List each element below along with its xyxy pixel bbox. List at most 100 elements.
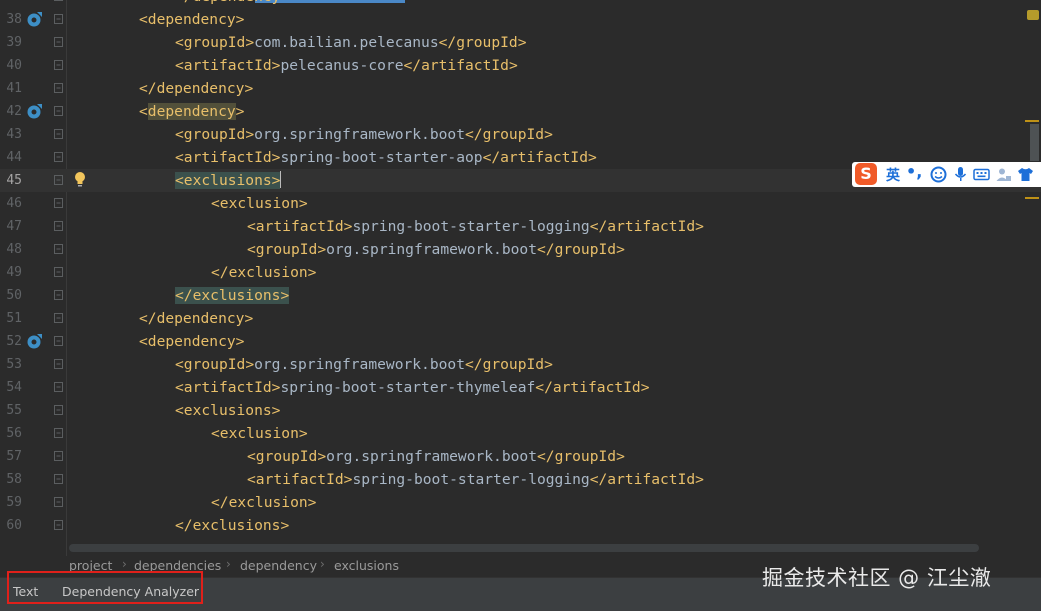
line-number: 57 xyxy=(6,449,22,464)
code-line[interactable]: 48 <groupId>org.springframework.boot</gro… xyxy=(0,238,1041,261)
line-number: 45 xyxy=(6,173,22,188)
code-line[interactable]: 46 <exclusion> xyxy=(0,192,1041,215)
code-text: </exclusions> xyxy=(175,287,290,304)
breadcrumb-item-exclusions[interactable]: exclusions xyxy=(334,558,399,573)
line-number: 50 xyxy=(6,288,22,303)
skin-shirt-icon[interactable] xyxy=(1017,166,1034,183)
code-text: <groupId>org.springframework.boot</group… xyxy=(247,241,625,258)
code-line[interactable]: 50 </exclusions> xyxy=(0,284,1041,307)
fold-marker-icon[interactable] xyxy=(54,451,63,461)
fold-marker-icon[interactable] xyxy=(54,267,63,277)
code-line[interactable]: 53 <groupId>org.springframework.boot</gro… xyxy=(0,353,1041,376)
code-line[interactable]: 47 <artifactId>spring-boot-starter-loggin… xyxy=(0,215,1041,238)
code-text: <dependency> xyxy=(139,103,245,120)
fold-marker-icon[interactable] xyxy=(54,0,63,1)
code-text: <exclusions> xyxy=(175,402,281,419)
code-line[interactable]: 39 <groupId>com.bailian.pelecanus</groupI… xyxy=(0,31,1041,54)
fold-marker-icon[interactable] xyxy=(54,152,63,162)
fold-marker-icon[interactable] xyxy=(54,474,63,484)
fold-marker-icon[interactable] xyxy=(54,221,63,231)
line-number: 40 xyxy=(6,58,22,73)
code-line[interactable]: 57 <groupId>org.springframework.boot</gro… xyxy=(0,445,1041,468)
code-text: <artifactId>spring-boot-starter-logging<… xyxy=(247,471,704,488)
code-editor[interactable]: 37 </dependency> 38 <dependency> 39 <groupId>… xyxy=(0,0,1041,556)
code-line[interactable]: 52 <dependency> xyxy=(0,330,1041,353)
user-icon[interactable] xyxy=(995,166,1012,183)
fold-marker-icon[interactable] xyxy=(54,244,63,254)
fold-marker-icon[interactable] xyxy=(54,14,63,24)
line-number: 37 xyxy=(0,0,22,8)
line-number: 52 xyxy=(6,334,22,349)
fold-marker-icon[interactable] xyxy=(54,290,63,300)
line-number: 43 xyxy=(6,127,22,142)
breadcrumb-item-dependency[interactable]: dependency xyxy=(240,558,317,573)
code-text: </dependency> xyxy=(139,310,254,327)
code-line[interactable]: 59 </exclusion> xyxy=(0,491,1041,514)
code-line[interactable]: 41 </dependency> xyxy=(0,77,1041,100)
line-number: 46 xyxy=(6,196,22,211)
code-line[interactable]: 42 <dependency> xyxy=(0,100,1041,123)
sogou-logo-icon[interactable]: S xyxy=(855,163,877,185)
code-line[interactable]: 40 <artifactId>pelecanus-core</artifactId… xyxy=(0,54,1041,77)
code-line[interactable]: 58 <artifactId>spring-boot-starter-loggin… xyxy=(0,468,1041,491)
fold-marker-icon[interactable] xyxy=(54,428,63,438)
code-line[interactable]: 37 </dependency> xyxy=(0,0,1041,8)
horizontal-scrollbar[interactable] xyxy=(69,544,979,552)
line-number: 53 xyxy=(6,357,22,372)
code-text: <groupId>com.bailian.pelecanus</groupId> xyxy=(175,34,527,51)
maven-override-icon[interactable] xyxy=(26,333,43,350)
code-text: </dependency> xyxy=(139,80,254,97)
lightbulb-icon[interactable] xyxy=(74,171,86,189)
line-number: 54 xyxy=(6,380,22,395)
fold-marker-icon[interactable] xyxy=(54,497,63,507)
ime-mode-toggle[interactable]: 英 xyxy=(886,165,900,185)
line-number: 39 xyxy=(6,35,22,50)
line-number: 59 xyxy=(6,495,22,510)
code-line[interactable]: 51 </dependency> xyxy=(0,307,1041,330)
fold-marker-icon[interactable] xyxy=(54,175,63,185)
ime-punct-toggle[interactable]: •, xyxy=(906,162,922,181)
fold-marker-icon[interactable] xyxy=(54,313,63,323)
code-text: <artifactId>spring-boot-starter-aop</art… xyxy=(175,149,597,166)
line-number: 41 xyxy=(6,81,22,96)
code-line[interactable]: 60 </exclusions> xyxy=(0,514,1041,537)
emoji-icon[interactable] xyxy=(930,166,947,183)
fold-marker-icon[interactable] xyxy=(54,37,63,47)
code-line[interactable]: 54 <artifactId>spring-boot-starter-thymel… xyxy=(0,376,1041,399)
line-number: 42 xyxy=(6,104,22,119)
fold-marker-icon[interactable] xyxy=(54,83,63,93)
line-number: 49 xyxy=(6,265,22,280)
code-text: <artifactId>spring-boot-starter-thymelea… xyxy=(175,379,650,396)
code-line[interactable]: 55 <exclusions> xyxy=(0,399,1041,422)
code-text: <groupId>org.springframework.boot</group… xyxy=(247,448,625,465)
maven-override-icon[interactable] xyxy=(26,11,43,28)
fold-marker-icon[interactable] xyxy=(54,520,63,530)
fold-marker-icon[interactable] xyxy=(54,405,63,415)
chevron-right-icon: › xyxy=(226,557,231,571)
code-text: <groupId>org.springframework.boot</group… xyxy=(175,126,553,143)
fold-marker-icon[interactable] xyxy=(54,129,63,139)
line-number: 44 xyxy=(6,150,22,165)
maven-override-icon[interactable] xyxy=(26,103,43,120)
code-line[interactable]: 56 <exclusion> xyxy=(0,422,1041,445)
code-text: <exclusions> xyxy=(175,171,282,189)
fold-marker-icon[interactable] xyxy=(54,106,63,116)
code-text: </exclusion> xyxy=(211,264,317,281)
line-number: 60 xyxy=(6,518,22,533)
fold-marker-icon[interactable] xyxy=(54,336,63,346)
watermark: 掘金技术社区 @ 江尘澈 xyxy=(762,566,992,590)
text-caret xyxy=(280,171,282,188)
fold-marker-icon[interactable] xyxy=(54,359,63,369)
line-number: 51 xyxy=(6,311,22,326)
fold-marker-icon[interactable] xyxy=(54,198,63,208)
microphone-icon[interactable] xyxy=(952,166,969,183)
keyboard-icon[interactable] xyxy=(973,166,990,183)
code-line[interactable]: 43 <groupId>org.springframework.boot</gro… xyxy=(0,123,1041,146)
code-line[interactable]: 38 <dependency> xyxy=(0,8,1041,31)
fold-marker-icon[interactable] xyxy=(54,382,63,392)
code-line[interactable]: 49 </exclusion> xyxy=(0,261,1041,284)
fold-marker-icon[interactable] xyxy=(54,60,63,70)
code-text: <exclusion> xyxy=(211,195,308,212)
chevron-right-icon: › xyxy=(122,557,127,571)
line-number: 56 xyxy=(6,426,22,441)
